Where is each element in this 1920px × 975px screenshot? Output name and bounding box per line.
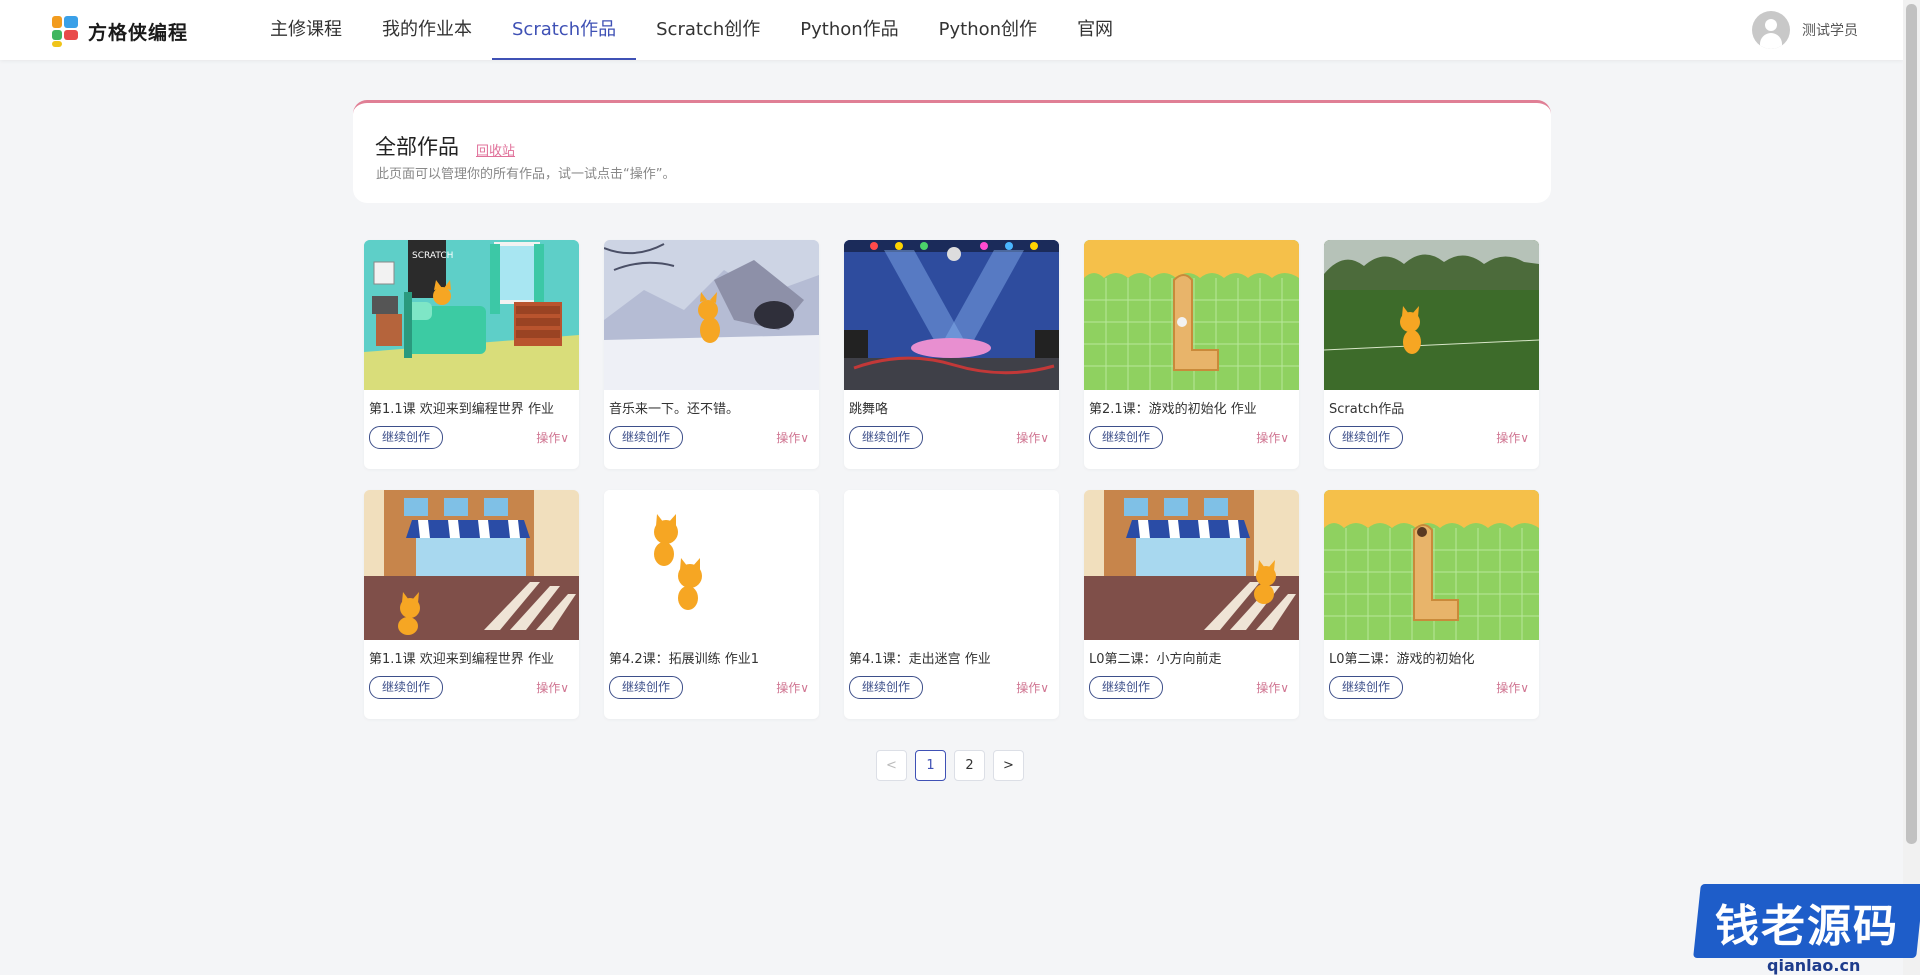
continue-create-button[interactable]: 继续创作: [369, 676, 444, 699]
page-button-1[interactable]: 1: [915, 750, 946, 781]
work-title: 音乐来一下。还不错。: [609, 402, 740, 417]
logo-mark-icon: [50, 14, 84, 48]
prev-page-button[interactable]: <: [876, 750, 907, 781]
continue-create-button[interactable]: 继续创作: [1089, 426, 1164, 449]
recycle-bin-link[interactable]: 回收站: [476, 140, 515, 159]
continue-create-button[interactable]: 继续创作: [609, 676, 684, 699]
work-title: Scratch作品: [1329, 402, 1405, 417]
nav-item-scratch-create[interactable]: Scratch创作: [636, 0, 780, 60]
pagination: < 1 2 >: [876, 750, 1024, 781]
work-card[interactable]: 跳舞咯 继续创作 操作∨: [844, 240, 1059, 469]
nav-item-scratch-works[interactable]: Scratch作品: [492, 0, 637, 60]
work-title: 第1.1课 欢迎来到编程世界 作业: [369, 402, 554, 417]
user-menu[interactable]: 测试学员: [1752, 11, 1858, 49]
work-title: 第2.1课：游戏的初始化 作业: [1089, 402, 1257, 417]
watermark-url: qianlao.cn: [1767, 956, 1861, 975]
work-thumbnail[interactable]: [844, 490, 1059, 640]
nav-item-python-create[interactable]: Python创作: [919, 0, 1057, 60]
scrollbar-thumb[interactable]: [1906, 4, 1917, 844]
continue-create-button[interactable]: 继续创作: [1329, 426, 1404, 449]
user-name[interactable]: 测试学员: [1802, 20, 1858, 40]
page-button-2[interactable]: 2: [954, 750, 985, 781]
work-card[interactable]: 第2.1课：游戏的初始化 作业 继续创作 操作∨: [1084, 240, 1299, 469]
work-card[interactable]: 第4.2课：拓展训练 作业1 继续创作 操作∨: [604, 490, 819, 719]
operations-dropdown[interactable]: 操作∨: [1256, 429, 1289, 446]
continue-create-button[interactable]: 继续创作: [849, 426, 924, 449]
work-thumbnail[interactable]: [844, 240, 1059, 390]
nav-item-homework[interactable]: 我的作业本: [362, 0, 492, 60]
nav-item-main-course[interactable]: 主修课程: [250, 0, 362, 60]
work-title: 第4.1课：走出迷宫 作业: [849, 652, 991, 667]
work-card[interactable]: Scratch作品 继续创作 操作∨: [1324, 240, 1539, 469]
continue-create-button[interactable]: 继续创作: [369, 426, 444, 449]
operations-dropdown[interactable]: 操作∨: [776, 429, 809, 446]
continue-create-button[interactable]: 继续创作: [849, 676, 924, 699]
nav-item-python-works[interactable]: Python作品: [780, 0, 918, 60]
avatar[interactable]: [1752, 11, 1790, 49]
brand-logo[interactable]: 方格侠编程: [50, 15, 188, 47]
work-thumbnail[interactable]: [1084, 240, 1299, 390]
work-thumbnail[interactable]: [604, 240, 819, 390]
operations-dropdown[interactable]: 操作∨: [536, 679, 569, 696]
operations-dropdown[interactable]: 操作∨: [536, 429, 569, 446]
main-nav: 主修课程 我的作业本 Scratch作品 Scratch创作 Python作品 …: [250, 0, 1133, 60]
operations-dropdown[interactable]: 操作∨: [1496, 679, 1529, 696]
work-title: 第4.2课：拓展训练 作业1: [609, 652, 760, 667]
next-page-button[interactable]: >: [993, 750, 1024, 781]
continue-create-button[interactable]: 继续创作: [1329, 676, 1404, 699]
top-navbar: 方格侠编程 主修课程 我的作业本 Scratch作品 Scratch创作 Pyt…: [0, 0, 1903, 60]
work-thumbnail[interactable]: SCRATCH: [364, 240, 579, 390]
watermark: 钱老源码 qianlao.cn: [1693, 868, 1920, 975]
operations-dropdown[interactable]: 操作∨: [1016, 679, 1049, 696]
work-card[interactable]: SCRATCH 第1.1课 欢迎来到编程世界 作业 继续创作 操作∨: [364, 240, 579, 469]
page-subtitle: 此页面可以管理你的所有作品，试一试点击“操作”。: [376, 167, 676, 182]
work-thumbnail[interactable]: [1324, 490, 1539, 640]
work-thumbnail[interactable]: [604, 490, 819, 640]
works-grid: SCRATCH 第1.1课 欢迎来到编程世界 作业 继续创作 操作∨ 音乐来一下…: [364, 240, 1540, 719]
works-header-panel: 全部作品 回收站 此页面可以管理你的所有作品，试一试点击“操作”。: [353, 100, 1551, 203]
watermark-text: 钱老源码: [1715, 901, 1899, 952]
work-card[interactable]: L0第二课：小方向前走 继续创作 操作∨: [1084, 490, 1299, 719]
work-card[interactable]: 第1.1课 欢迎来到编程世界 作业 继续创作 操作∨: [364, 490, 579, 719]
work-card[interactable]: 第4.1课：走出迷宫 作业 继续创作 操作∨: [844, 490, 1059, 719]
brand-name: 方格侠编程: [88, 21, 189, 44]
nav-item-official-site[interactable]: 官网: [1057, 0, 1133, 60]
work-card[interactable]: 音乐来一下。还不错。 继续创作 操作∨: [604, 240, 819, 469]
continue-create-button[interactable]: 继续创作: [1089, 676, 1164, 699]
work-title: 第1.1课 欢迎来到编程世界 作业: [369, 652, 554, 667]
operations-dropdown[interactable]: 操作∨: [1496, 429, 1529, 446]
work-card[interactable]: L0第二课：游戏的初始化 继续创作 操作∨: [1324, 490, 1539, 719]
svg-text:SCRATCH: SCRATCH: [412, 251, 453, 261]
operations-dropdown[interactable]: 操作∨: [1256, 679, 1289, 696]
work-title: L0第二课：游戏的初始化: [1329, 652, 1475, 667]
work-title: L0第二课：小方向前走: [1089, 652, 1222, 667]
work-title: 跳舞咯: [849, 402, 889, 417]
work-thumbnail[interactable]: [364, 490, 579, 640]
page-title: 全部作品: [375, 135, 459, 159]
continue-create-button[interactable]: 继续创作: [609, 426, 684, 449]
operations-dropdown[interactable]: 操作∨: [1016, 429, 1049, 446]
work-thumbnail[interactable]: [1324, 240, 1539, 390]
work-thumbnail[interactable]: [1084, 490, 1299, 640]
operations-dropdown[interactable]: 操作∨: [776, 679, 809, 696]
